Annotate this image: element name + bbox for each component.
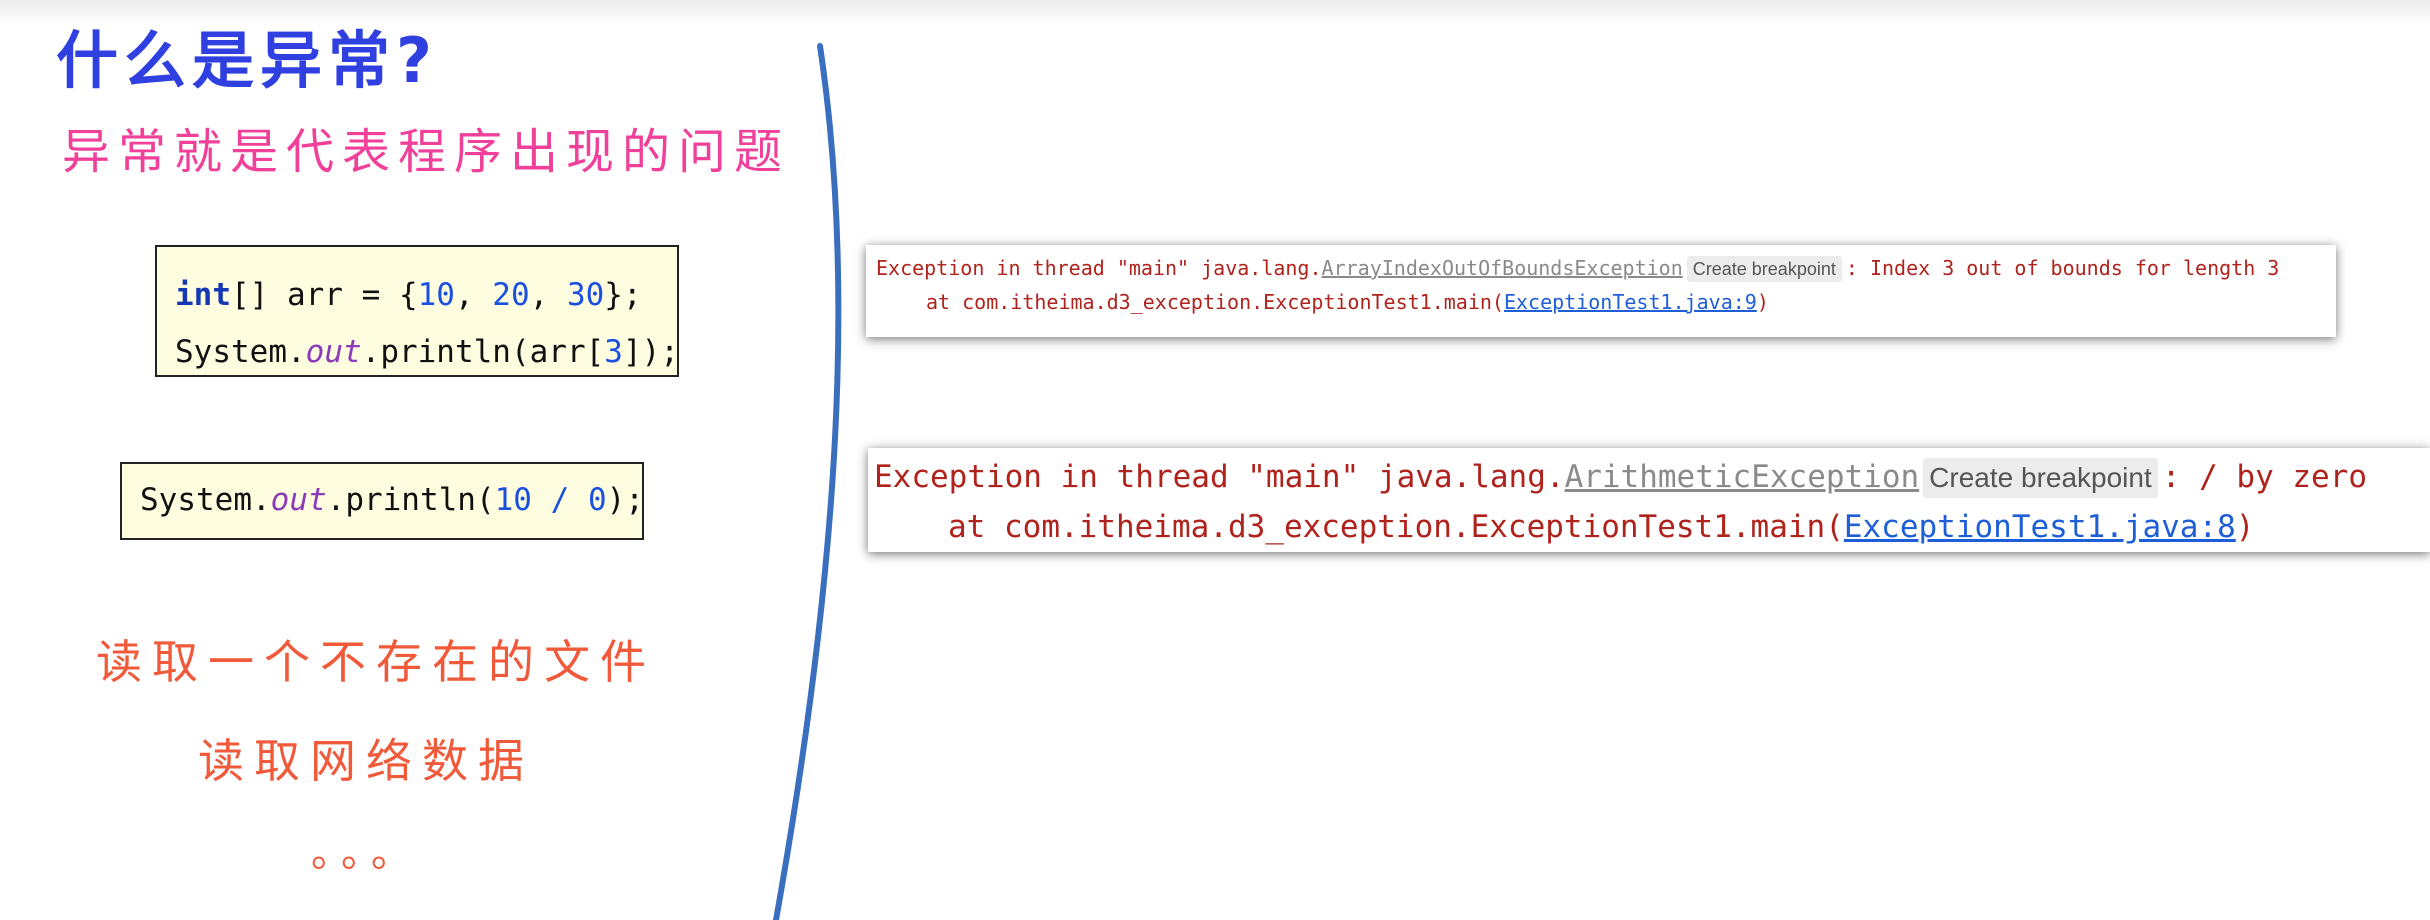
exception-prefix: Exception in thread "main" java.lang.	[874, 459, 1565, 495]
source-link[interactable]: ExceptionTest1.java:9	[1504, 290, 1757, 314]
create-breakpoint-button[interactable]: Create breakpoint	[1923, 458, 2158, 498]
exception-line: Exception in thread "main" java.lang.Ari…	[874, 452, 2430, 502]
stack-trace-prefix: at com.itheima.d3_exception.ExceptionTes…	[926, 290, 1504, 314]
exception-class-name[interactable]: ArrayIndexOutOfBoundsException	[1322, 256, 1683, 280]
console-output-arithmetic-exception: Exception in thread "main" java.lang.Ari…	[868, 448, 2430, 552]
stack-trace-suffix: )	[2235, 509, 2255, 545]
exception-class-name[interactable]: ArithmeticException	[1565, 459, 1920, 495]
exception-message: : / by zero	[2161, 459, 2368, 495]
source-link[interactable]: ExceptionTest1.java:8	[1844, 509, 2236, 545]
stack-trace-line: at com.itheima.d3_exception.ExceptionTes…	[874, 502, 2430, 552]
stack-trace-line: at com.itheima.d3_exception.ExceptionTes…	[876, 285, 2336, 319]
exception-prefix: Exception in thread "main" java.lang.	[876, 256, 1322, 280]
exception-message: : Index 3 out of bounds for length 3	[1845, 256, 2280, 280]
stack-trace-prefix: at com.itheima.d3_exception.ExceptionTes…	[948, 509, 1844, 545]
create-breakpoint-button[interactable]: Create breakpoint	[1686, 256, 1842, 282]
stack-trace-suffix: )	[1756, 290, 1769, 314]
exception-line: Exception in thread "main" java.lang.Arr…	[876, 251, 2336, 285]
console-output-array-exception: Exception in thread "main" java.lang.Arr…	[866, 245, 2336, 337]
